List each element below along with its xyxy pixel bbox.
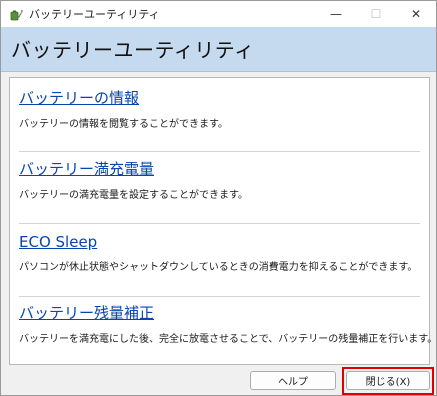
close-button-highlight: [342, 367, 434, 395]
close-window-button[interactable]: ✕: [396, 1, 436, 27]
section-battery-info: バッテリーの情報 バッテリーの情報を閲覧することができます。: [19, 87, 419, 130]
battery-utility-window: バッテリーユーティリティ — ☐ ✕ バッテリーユーティリティ バッテリーの情報…: [0, 0, 437, 396]
help-button[interactable]: ヘルプ: [250, 371, 336, 390]
page-title: バッテリーユーティリティ: [11, 38, 255, 62]
header-banner: バッテリーユーティリティ: [1, 27, 436, 72]
battery-info-link[interactable]: バッテリーの情報: [19, 87, 139, 108]
content-panel: バッテリーの情報 バッテリーの情報を閲覧することができます。 バッテリー満充電量…: [9, 77, 437, 365]
section-divider: [19, 223, 420, 224]
title-bar: バッテリーユーティリティ — ☐ ✕: [1, 1, 436, 27]
remaining-calibration-description: バッテリーを満充電にした後、完全に放電させることで、バッテリーの残量補正を行いま…: [19, 334, 437, 345]
window-controls: — ☐ ✕: [316, 1, 436, 27]
window-title: バッテリーユーティリティ: [29, 8, 160, 21]
eco-sleep-link[interactable]: ECO Sleep: [19, 233, 97, 251]
section-remaining-calibration: バッテリー残量補正 バッテリーを満充電にした後、完全に放電させることで、バッテリ…: [19, 302, 437, 345]
maximize-button: ☐: [356, 1, 396, 27]
battery-utility-app-icon: [9, 7, 23, 21]
section-full-charge: バッテリー満充電量 バッテリーの満充電量を設定することができます。: [19, 158, 419, 201]
section-divider: [19, 296, 420, 297]
battery-info-description: バッテリーの情報を閲覧することができます。: [19, 119, 228, 130]
section-divider: [19, 151, 420, 152]
full-charge-link[interactable]: バッテリー満充電量: [19, 158, 154, 179]
remaining-calibration-link[interactable]: バッテリー残量補正: [19, 302, 154, 323]
minimize-icon: —: [330, 7, 342, 21]
full-charge-description: バッテリーの満充電量を設定することができます。: [19, 190, 248, 201]
minimize-button[interactable]: —: [316, 1, 356, 27]
eco-sleep-description: パソコンが休止状態やシャットダウンしているときの消費電力を抑えることができます。: [19, 262, 418, 273]
close-icon: ✕: [410, 7, 422, 21]
maximize-icon: ☐: [370, 7, 382, 21]
section-eco-sleep: ECO Sleep パソコンが休止状態やシャットダウンしているときの消費電力を抑…: [19, 232, 419, 273]
